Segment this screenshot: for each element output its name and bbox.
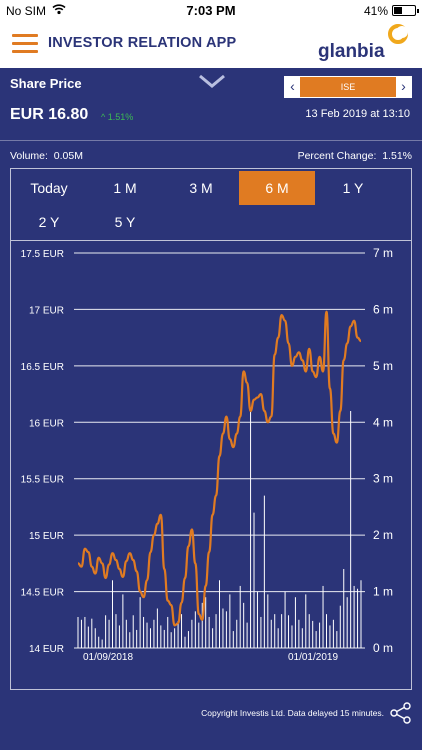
tab-2y[interactable]: 2 Y [11, 205, 87, 239]
status-bar: No SIM 7:03 PM 41% [0, 0, 422, 22]
section-title: Share Price [10, 76, 82, 91]
stats-row: Volume: 0.05M Percent Change: 1.51% [0, 148, 422, 166]
y-tick-label-left: 14.5 EUR [21, 588, 64, 599]
percent-change-label: Percent Change: [297, 150, 377, 162]
price-row: EUR 16.80 ^ 1.51% 13 Feb 2019 at 13:10 [0, 100, 422, 136]
logo-text: glanbia [318, 41, 385, 62]
percent-change-value: 1.51% [382, 150, 412, 162]
footer: Copyright Investis Ltd. Data delayed 15 … [0, 700, 422, 726]
exchange-prev-button[interactable]: ‹ [285, 77, 300, 97]
y-tick-label-left: 16.5 EUR [21, 362, 64, 373]
exchange-selector[interactable]: ‹ ISE › [284, 76, 412, 98]
tab-1m[interactable]: 1 M [87, 171, 163, 205]
tab-1y[interactable]: 1 Y [315, 171, 391, 205]
y-tick-label-left: 14 EUR [29, 644, 64, 655]
y-tick-label-right: 2 m [373, 528, 393, 542]
y-tick-label-right: 4 m [373, 415, 393, 429]
divider [0, 140, 422, 141]
exchange-next-button[interactable]: › [396, 77, 411, 97]
share-price-chart[interactable]: 14 EUR 0 m 14.5 EUR 1 m 15 EUR 2 m 15.5 EUR 3 m… [11, 241, 411, 689]
chart-panel: Today 1 M 3 M 6 M 1 Y 2 Y 5 Y 14 EUR 0 m1… [10, 168, 412, 690]
y-tick-label-left: 17 EUR [29, 305, 64, 316]
volume: Volume: 0.05M [10, 150, 83, 162]
chevron-down-icon[interactable] [198, 74, 226, 93]
battery-icon [392, 5, 419, 16]
y-tick-label-right: 1 m [373, 585, 393, 599]
hamburger-menu-icon[interactable] [12, 34, 38, 54]
volume-label: Volume: [10, 150, 48, 162]
percent-change: Percent Change: 1.51% [298, 150, 412, 162]
x-tick-label: 01/01/2019 [288, 652, 338, 663]
share-icon[interactable] [390, 702, 412, 726]
y-tick-label-left: 17.5 EUR [21, 249, 64, 260]
exchange-value: ISE [300, 77, 396, 97]
y-tick-label-right: 6 m [373, 302, 393, 316]
share-price-header: Share Price ‹ ISE › [0, 68, 422, 100]
price-line [77, 310, 362, 627]
tab-6m[interactable]: 6 M [239, 171, 315, 205]
glanbia-logo: glanbia [318, 24, 418, 66]
tab-3m[interactable]: 3 M [163, 171, 239, 205]
tab-today[interactable]: Today [11, 171, 87, 205]
price-change: ^ 1.51% [101, 112, 134, 122]
tab-5y[interactable]: 5 Y [87, 205, 163, 239]
app-title: INVESTOR RELATION APP [48, 35, 237, 51]
clock: 7:03 PM [186, 3, 236, 18]
y-tick-label-right: 5 m [373, 359, 393, 373]
x-tick-label: 01/09/2018 [83, 652, 133, 663]
price-timestamp: 13 Feb 2019 at 13:10 [305, 108, 410, 120]
y-tick-label-left: 15 EUR [29, 531, 64, 542]
y-tick-label-left: 16 EUR [29, 418, 64, 429]
y-tick-label-right: 0 m [373, 641, 393, 655]
range-tabs: Today 1 M 3 M 6 M 1 Y 2 Y 5 Y [11, 169, 411, 241]
y-tick-label-left: 15.5 EUR [21, 475, 64, 486]
y-tick-label-right: 3 m [373, 472, 393, 486]
app-bar: INVESTOR RELATION APP glanbia [0, 22, 422, 68]
battery-percent: 41% [363, 4, 388, 18]
y-tick-label-right: 7 m [373, 246, 393, 260]
copyright-text: Copyright Investis Ltd. Data delayed 15 … [201, 708, 384, 718]
volume-value: 0.05M [53, 150, 83, 162]
share-price: EUR 16.80 [10, 106, 89, 123]
